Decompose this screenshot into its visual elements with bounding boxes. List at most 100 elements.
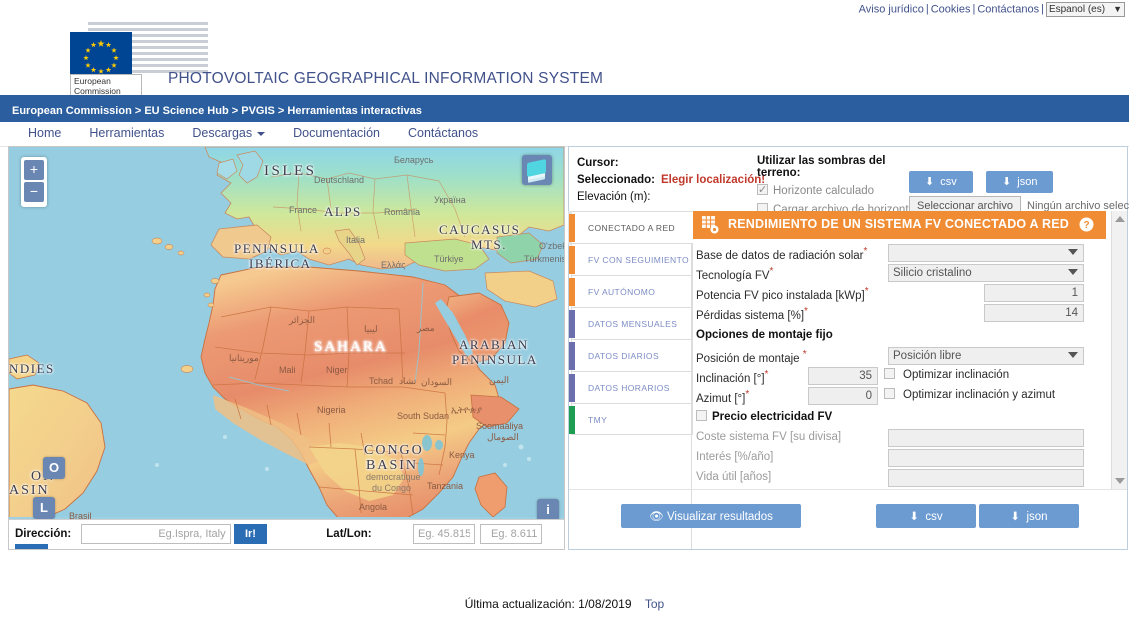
menu-item-contactanos[interactable]: Contáctanos bbox=[394, 122, 492, 144]
price-row[interactable]: Precio electricidad FV bbox=[696, 410, 832, 423]
tab-datos-horarios[interactable]: DATOS HORARIOS bbox=[571, 371, 693, 403]
language-selector[interactable]: Espanol (es) ▼ bbox=[1046, 2, 1125, 17]
mounting-position-select[interactable]: Posición libre bbox=[888, 347, 1084, 365]
tab-edge bbox=[569, 342, 575, 370]
layers-control[interactable] bbox=[522, 155, 552, 185]
map-marker-o[interactable]: O bbox=[43, 457, 65, 479]
chevron-down-icon bbox=[1068, 352, 1078, 358]
required-marker: * bbox=[803, 349, 807, 360]
breadcrumb-text[interactable]: European Commission > EU Science Hub > P… bbox=[12, 105, 422, 117]
horizon-csv-button[interactable]: ⬇ csv bbox=[909, 171, 973, 193]
download-csv-button[interactable]: ⬇ csv bbox=[876, 504, 976, 528]
tab-label: FV CON SEGUIMIENTO bbox=[588, 255, 689, 265]
menu-item-herramientas[interactable]: Herramientas bbox=[75, 122, 178, 144]
tab-fv-con-seguimiento[interactable]: FV CON SEGUIMIENTO bbox=[571, 243, 693, 275]
download-icon: ⬇ bbox=[909, 511, 919, 523]
footer: Última actualización: 1/08/2019 Top bbox=[0, 597, 1129, 611]
cursor-label: Cursor: bbox=[577, 157, 619, 169]
horizon-json-button[interactable]: ⬇ json bbox=[986, 171, 1053, 193]
field-row-technology: Tecnología FV* Silicio cristalino bbox=[692, 264, 1106, 283]
optimize-both-row[interactable]: Optimizar inclinación y azimut bbox=[884, 388, 1055, 401]
azimuth-input[interactable]: 0 bbox=[808, 387, 878, 405]
form-scrollbar[interactable] bbox=[1111, 211, 1127, 489]
ec-label: European Commission bbox=[70, 74, 142, 96]
eu-stars bbox=[70, 32, 132, 74]
help-icon[interactable]: ? bbox=[1079, 217, 1094, 235]
optimize-both-checkbox[interactable] bbox=[884, 388, 895, 399]
main-menu: Home Herramientas Descargas Documentació… bbox=[0, 122, 1129, 147]
menu-item-documentacion[interactable]: Documentación bbox=[279, 122, 394, 144]
contact-link[interactable]: Contáctanos bbox=[977, 3, 1039, 15]
cursor-row: Cursor: bbox=[577, 155, 767, 172]
cookies-link[interactable]: Cookies bbox=[931, 3, 971, 15]
address-input[interactable] bbox=[81, 524, 231, 544]
control-panel: Cursor: Seleccionado:Elegir localización… bbox=[568, 146, 1128, 550]
map-marker-l[interactable]: L bbox=[33, 497, 55, 519]
horizon-json-label: json bbox=[1017, 176, 1037, 188]
field-row-azimuth: Azimut [°]* 0 Optimizar inclinación y az… bbox=[692, 387, 1106, 406]
optimize-slope-checkbox[interactable] bbox=[884, 368, 895, 379]
language-label: Espanol (es) bbox=[1049, 4, 1105, 15]
price-checkbox[interactable] bbox=[696, 410, 707, 421]
chevron-down-icon: ▼ bbox=[1113, 4, 1122, 14]
address-go-button[interactable]: Ir! bbox=[234, 524, 267, 544]
ec-logo[interactable]: European Commission bbox=[25, 22, 175, 94]
peak-power-input[interactable]: 1 bbox=[984, 284, 1084, 302]
slope-input[interactable]: 35 bbox=[808, 367, 878, 385]
field-row-price[interactable]: Precio electricidad FV bbox=[692, 409, 1106, 428]
latlon-go-button[interactable]: Ir! bbox=[15, 544, 48, 550]
download-icon: ⬇ bbox=[1010, 511, 1020, 523]
page-title: PHOTOVOLTAIC GEOGRAPHICAL INFORMATION SY… bbox=[168, 70, 603, 88]
interest-label: Interés [%/año] bbox=[696, 451, 773, 463]
field-row-interest: Interés [%/año] bbox=[692, 449, 1106, 468]
zoom-control[interactable]: + − bbox=[21, 157, 47, 207]
field-row-cost: Coste sistema FV [su divisa] bbox=[692, 429, 1106, 448]
zoom-in-button[interactable]: + bbox=[24, 160, 44, 180]
address-bar: Dirección: Ir! Lat/Lon: Ir! bbox=[9, 519, 564, 549]
map-info-button[interactable]: i bbox=[537, 499, 559, 521]
solar-panel-icon bbox=[702, 216, 719, 237]
menu-item-descargas[interactable]: Descargas bbox=[178, 122, 279, 144]
latlon-label: Lat/Lon: bbox=[326, 528, 371, 540]
technology-select[interactable]: Silicio cristalino bbox=[888, 264, 1084, 282]
system-loss-input[interactable]: 14 bbox=[984, 304, 1084, 322]
menu-item-home[interactable]: Home bbox=[14, 122, 75, 144]
tab-edge bbox=[569, 374, 575, 402]
optimize-slope-row[interactable]: Optimizar inclinación bbox=[884, 368, 1009, 381]
tab-datos-diarios[interactable]: DATOS DIARIOS bbox=[571, 339, 693, 371]
top-link[interactable]: Top bbox=[645, 597, 664, 611]
horizon-csv-label: csv bbox=[940, 176, 957, 188]
download-json-button[interactable]: ⬇ json bbox=[979, 504, 1079, 528]
latitude-input[interactable] bbox=[413, 524, 475, 544]
lifetime-input[interactable] bbox=[888, 469, 1084, 487]
tab-fv-autonomo[interactable]: FV AUTÓNOMO bbox=[571, 275, 693, 307]
tab-tmy[interactable]: TMY bbox=[571, 403, 693, 435]
database-select[interactable] bbox=[888, 244, 1084, 262]
longitude-input[interactable] bbox=[480, 524, 542, 544]
tab-label: DATOS HORARIOS bbox=[588, 383, 670, 393]
azimuth-label: Azimut [°]* bbox=[696, 389, 749, 405]
legal-notice-link[interactable]: Aviso jurídico bbox=[859, 3, 924, 15]
database-label: Base de datos de radiación solar* bbox=[696, 246, 867, 262]
eu-flag-icon bbox=[70, 32, 132, 74]
scroll-up-icon[interactable] bbox=[1115, 216, 1125, 222]
tab-datos-mensuales[interactable]: DATOS MENSUALES bbox=[571, 307, 693, 339]
field-row-mounting-position: Posición de montaje * Posición libre bbox=[692, 347, 1106, 366]
zoom-out-button[interactable]: − bbox=[24, 182, 44, 202]
selected-label: Seleccionado: bbox=[577, 174, 655, 186]
download-json-label: json bbox=[1026, 511, 1047, 523]
map-panel[interactable]: ISLESDeutschlandБеларусьУкраїнаFranceALP… bbox=[8, 146, 565, 550]
tab-conectado-a-red[interactable]: CONECTADO A RED bbox=[571, 211, 693, 243]
action-bar: 👁 Visualizar resultados ⬇ csv ⬇ json bbox=[569, 489, 1127, 549]
horizon-calculated-checkbox[interactable] bbox=[757, 184, 768, 195]
map-canvas[interactable] bbox=[9, 147, 564, 517]
download-icon: ⬇ bbox=[1002, 176, 1011, 188]
interest-input[interactable] bbox=[888, 449, 1084, 467]
scroll-down-icon[interactable] bbox=[1115, 478, 1125, 484]
visualize-results-button[interactable]: 👁 Visualizar resultados bbox=[621, 504, 801, 528]
download-icon: ⬇ bbox=[925, 176, 934, 188]
cost-input[interactable] bbox=[888, 429, 1084, 447]
horizon-calculated-label: Horizonte calculado bbox=[773, 185, 874, 197]
menu-label: Documentación bbox=[293, 126, 380, 140]
horizon-calculated-row[interactable]: Horizonte calculado bbox=[757, 182, 917, 201]
